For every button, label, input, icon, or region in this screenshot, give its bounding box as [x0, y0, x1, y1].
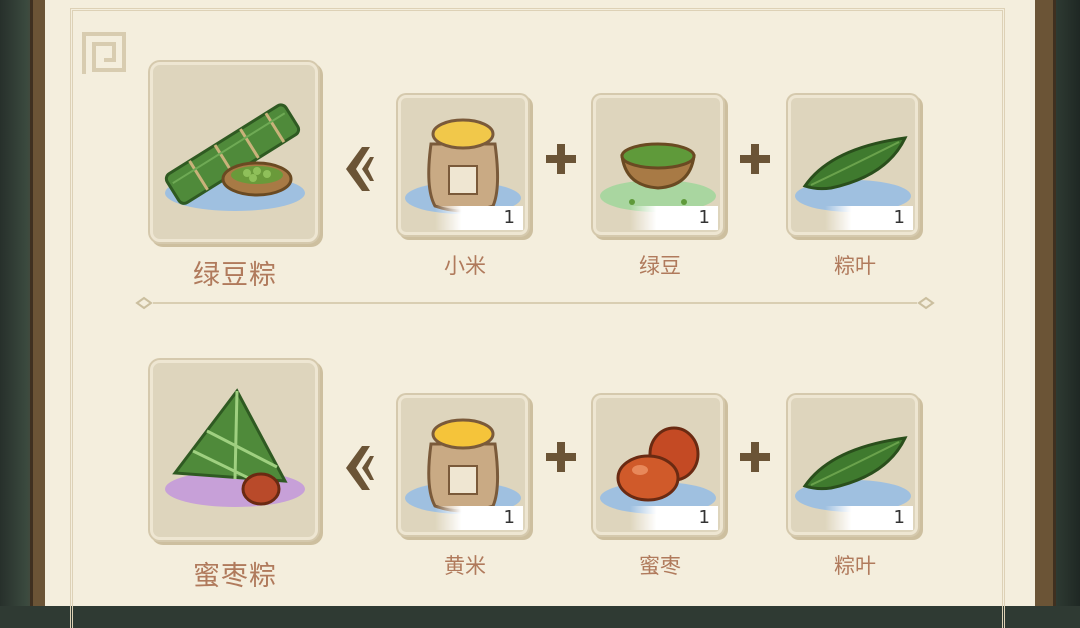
produces-arrow-icon — [340, 143, 376, 195]
product-name: 蜜枣粽 — [193, 561, 277, 592]
ingredient-card[interactable]: 1 — [788, 95, 918, 235]
ingredient-name: 粽叶 — [834, 254, 876, 278]
plus-icon — [544, 142, 578, 176]
ingredient-card[interactable]: 1 — [398, 95, 528, 235]
item-count: 1 — [825, 506, 913, 530]
recipe-row-2: 蜜枣粽 1 黄米 1 蜜枣 1 粽叶 — [0, 300, 1080, 600]
item-count: 1 — [630, 206, 718, 230]
item-count: 1 — [825, 206, 913, 230]
ingredient-name: 粽叶 — [834, 554, 876, 578]
plus-icon — [544, 440, 578, 474]
produces-arrow-icon — [340, 442, 376, 494]
date-zongzi-icon — [165, 388, 305, 507]
item-count: 1 — [435, 206, 523, 230]
ingredient-name: 蜜枣 — [639, 554, 681, 578]
mung-bean-zongzi-icon — [164, 103, 305, 211]
item-count: 1 — [630, 506, 718, 530]
recipe-row-1: 绿豆粽 1 小米 1 绿豆 1 粽叶 — [0, 0, 1080, 310]
ingredient-card[interactable]: 1 — [593, 395, 723, 535]
ingredient-name: 绿豆 — [639, 254, 681, 278]
ingredient-card[interactable]: 1 — [398, 395, 528, 535]
product-card[interactable] — [150, 360, 318, 540]
ingredient-card[interactable]: 1 — [593, 95, 723, 235]
item-count: 1 — [435, 506, 523, 530]
ingredient-card[interactable]: 1 — [788, 395, 918, 535]
plus-icon — [738, 440, 772, 474]
product-card[interactable] — [150, 62, 318, 242]
plus-icon — [738, 142, 772, 176]
product-name: 绿豆粽 — [193, 260, 277, 291]
ingredient-name: 黄米 — [444, 554, 486, 578]
ingredient-name: 小米 — [444, 254, 486, 278]
